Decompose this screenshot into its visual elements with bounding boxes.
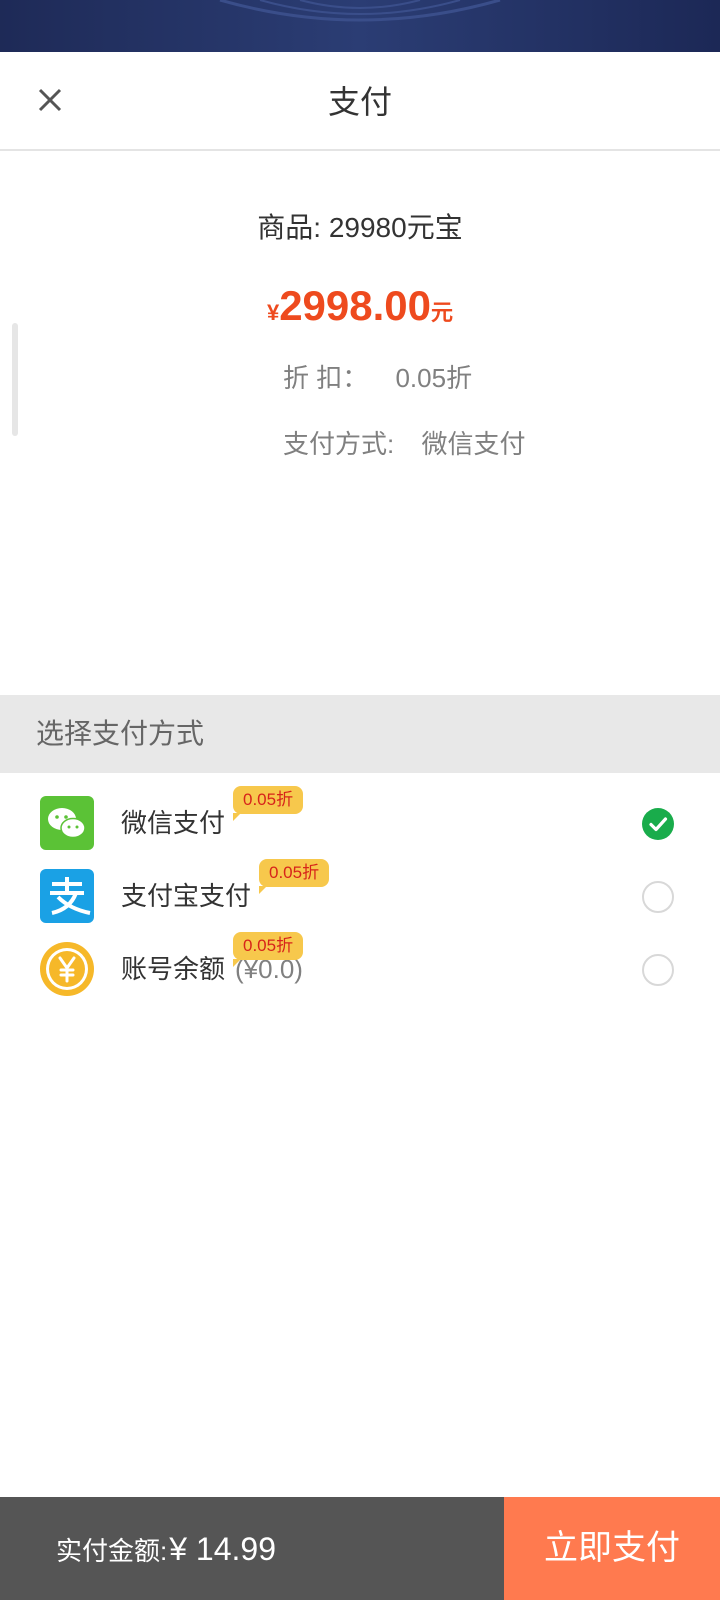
banner-pattern [219, 0, 501, 22]
radio-unselected[interactable] [642, 954, 674, 986]
product-line: 商品: 29980元宝 [0, 208, 720, 248]
price-line: ¥2998.00元 [0, 280, 720, 342]
section-title: 选择支付方式 [36, 718, 205, 749]
product-label: 商品: [257, 212, 322, 243]
pay-now-button[interactable]: 立即支付 [504, 1497, 720, 1600]
payment-option-wechat[interactable]: 微信支付 0.05折 [0, 786, 720, 858]
page-title: 支付 [327, 84, 392, 120]
payment-method-row: 支付方式: 微信支付 [283, 426, 525, 462]
balance-option-name: 账号余额 [121, 954, 226, 984]
price-unit: 元 [431, 300, 454, 325]
discount-tag: 0.05折 [233, 932, 304, 967]
total-value: ¥ 14.99 [169, 1531, 276, 1567]
discount-tag: 0.05折 [259, 859, 330, 894]
payment-method-value: 微信支付 [421, 429, 526, 459]
payment-option-balance[interactable]: 账号余额 (¥0.0) 0.05折 [0, 932, 720, 1004]
discount-value: 0.05折 [395, 363, 473, 393]
total-label: 实付金额: [56, 1536, 168, 1566]
coin-icon [40, 942, 94, 996]
discount-tag: 0.05折 [233, 786, 304, 821]
radio-unselected[interactable] [642, 881, 674, 913]
total-amount: 实付金额:¥ 14.99 [56, 1529, 276, 1571]
check-icon [649, 817, 668, 832]
payment-option-label: 微信支付 [121, 808, 226, 838]
discount-row: 折 扣： 0.05折 [283, 360, 472, 396]
header-bar: 支付 [0, 52, 720, 151]
section-header: 选择支付方式 [0, 695, 720, 773]
radio-selected[interactable] [642, 808, 674, 840]
currency-symbol: ¥ [266, 300, 280, 325]
top-banner [0, 0, 720, 52]
discount-label: 折 扣： [283, 363, 369, 393]
payment-method-label: 支付方式: [283, 429, 395, 459]
price-amount: 2998.00 [279, 282, 432, 329]
payment-option-label: 支付宝支付 [121, 881, 252, 911]
footer-bar: 实付金额:¥ 14.99 立即支付 [0, 1497, 720, 1600]
wechat-icon [40, 796, 94, 850]
alipay-icon [40, 869, 94, 923]
product-value: 29980元宝 [328, 212, 463, 243]
payment-option-alipay[interactable]: 支付宝支付 0.05折 [0, 859, 720, 931]
